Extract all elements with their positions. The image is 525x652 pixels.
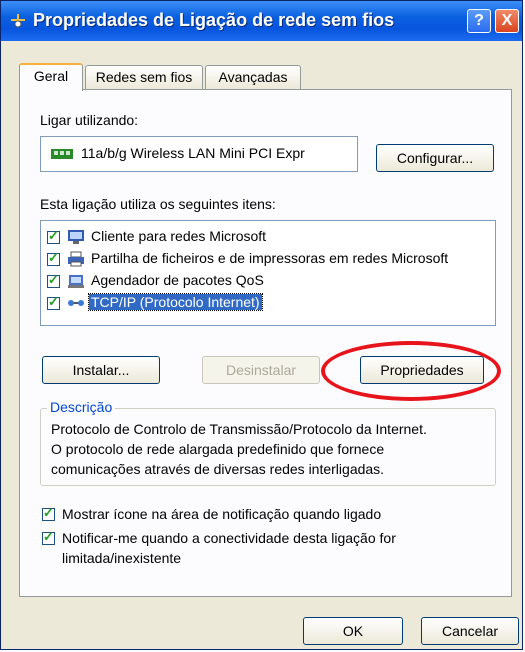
item-checkbox[interactable] [47, 272, 60, 288]
item-checkbox[interactable] [47, 228, 60, 244]
show-icon-label: Mostrar ícone na área de notificação qua… [62, 506, 382, 522]
tab-general[interactable]: Geral [19, 63, 83, 91]
item-label: TCP/IP (Protocolo Internet) [88, 293, 263, 311]
printer-share-icon [68, 251, 84, 267]
network-connection-icon [11, 14, 25, 28]
adapter-name: 11a/b/g Wireless LAN Mini PCI Expr [81, 145, 305, 161]
qos-scheduler-icon [68, 275, 84, 288]
description-line-2: O protocolo de rede alargada predefinido… [51, 441, 385, 457]
item-label: Cliente para redes Microsoft [91, 228, 267, 244]
notify-label-line-1: Notificar-me quando a conectividade dest… [62, 530, 396, 546]
tab-wireless-networks[interactable]: Redes sem fios [85, 65, 203, 89]
configure-button[interactable]: Configurar... [376, 144, 494, 172]
ok-button[interactable]: OK [303, 617, 403, 645]
tab-advanced[interactable]: Avançadas [205, 65, 301, 89]
adapter-field: 11a/b/g Wireless LAN Mini PCI Expr [40, 136, 358, 172]
cancel-button[interactable]: Cancelar [421, 617, 519, 645]
window-title: Propriedades de Ligação de rede sem fios [33, 10, 395, 30]
network-adapter-icon [51, 149, 73, 159]
items-label: Esta ligação utiliza os seguintes itens: [40, 196, 276, 212]
description-title: Descrição [47, 399, 116, 415]
protocol-icon [68, 300, 84, 306]
properties-window: Propriedades de Ligação de rede sem fios… [0, 0, 523, 650]
close-button[interactable]: X [495, 9, 519, 33]
connect-using-label: Ligar utilizando: [40, 112, 139, 128]
item-checkbox[interactable] [47, 250, 60, 266]
item-checkbox[interactable] [47, 294, 60, 310]
description-line-1: Protocolo de Controlo de Transmissão/Pro… [51, 421, 427, 437]
items-list: Cliente para redes Microsoft Partilha de… [40, 220, 496, 326]
show-icon-checkbox[interactable] [42, 505, 55, 521]
notify-checkbox[interactable] [42, 529, 55, 545]
network-client-icon [68, 230, 84, 244]
uninstall-button[interactable]: Desinstalar [202, 356, 320, 384]
item-label: Agendador de pacotes QoS [91, 272, 264, 288]
highlight-annotation [321, 341, 501, 401]
item-label: Partilha de ficheiros e de impressoras e… [91, 250, 449, 266]
install-button[interactable]: Instalar... [42, 356, 160, 384]
title-bar[interactable]: Propriedades de Ligação de rede sem fios… [1, 1, 522, 41]
description-line-3: comunicações através de diversas redes i… [51, 461, 385, 477]
notify-label-line-2: limitada/inexistente [62, 550, 182, 566]
description-group: Descrição Protocolo de Controlo de Trans… [40, 399, 496, 486]
help-button[interactable]: ? [467, 9, 491, 33]
